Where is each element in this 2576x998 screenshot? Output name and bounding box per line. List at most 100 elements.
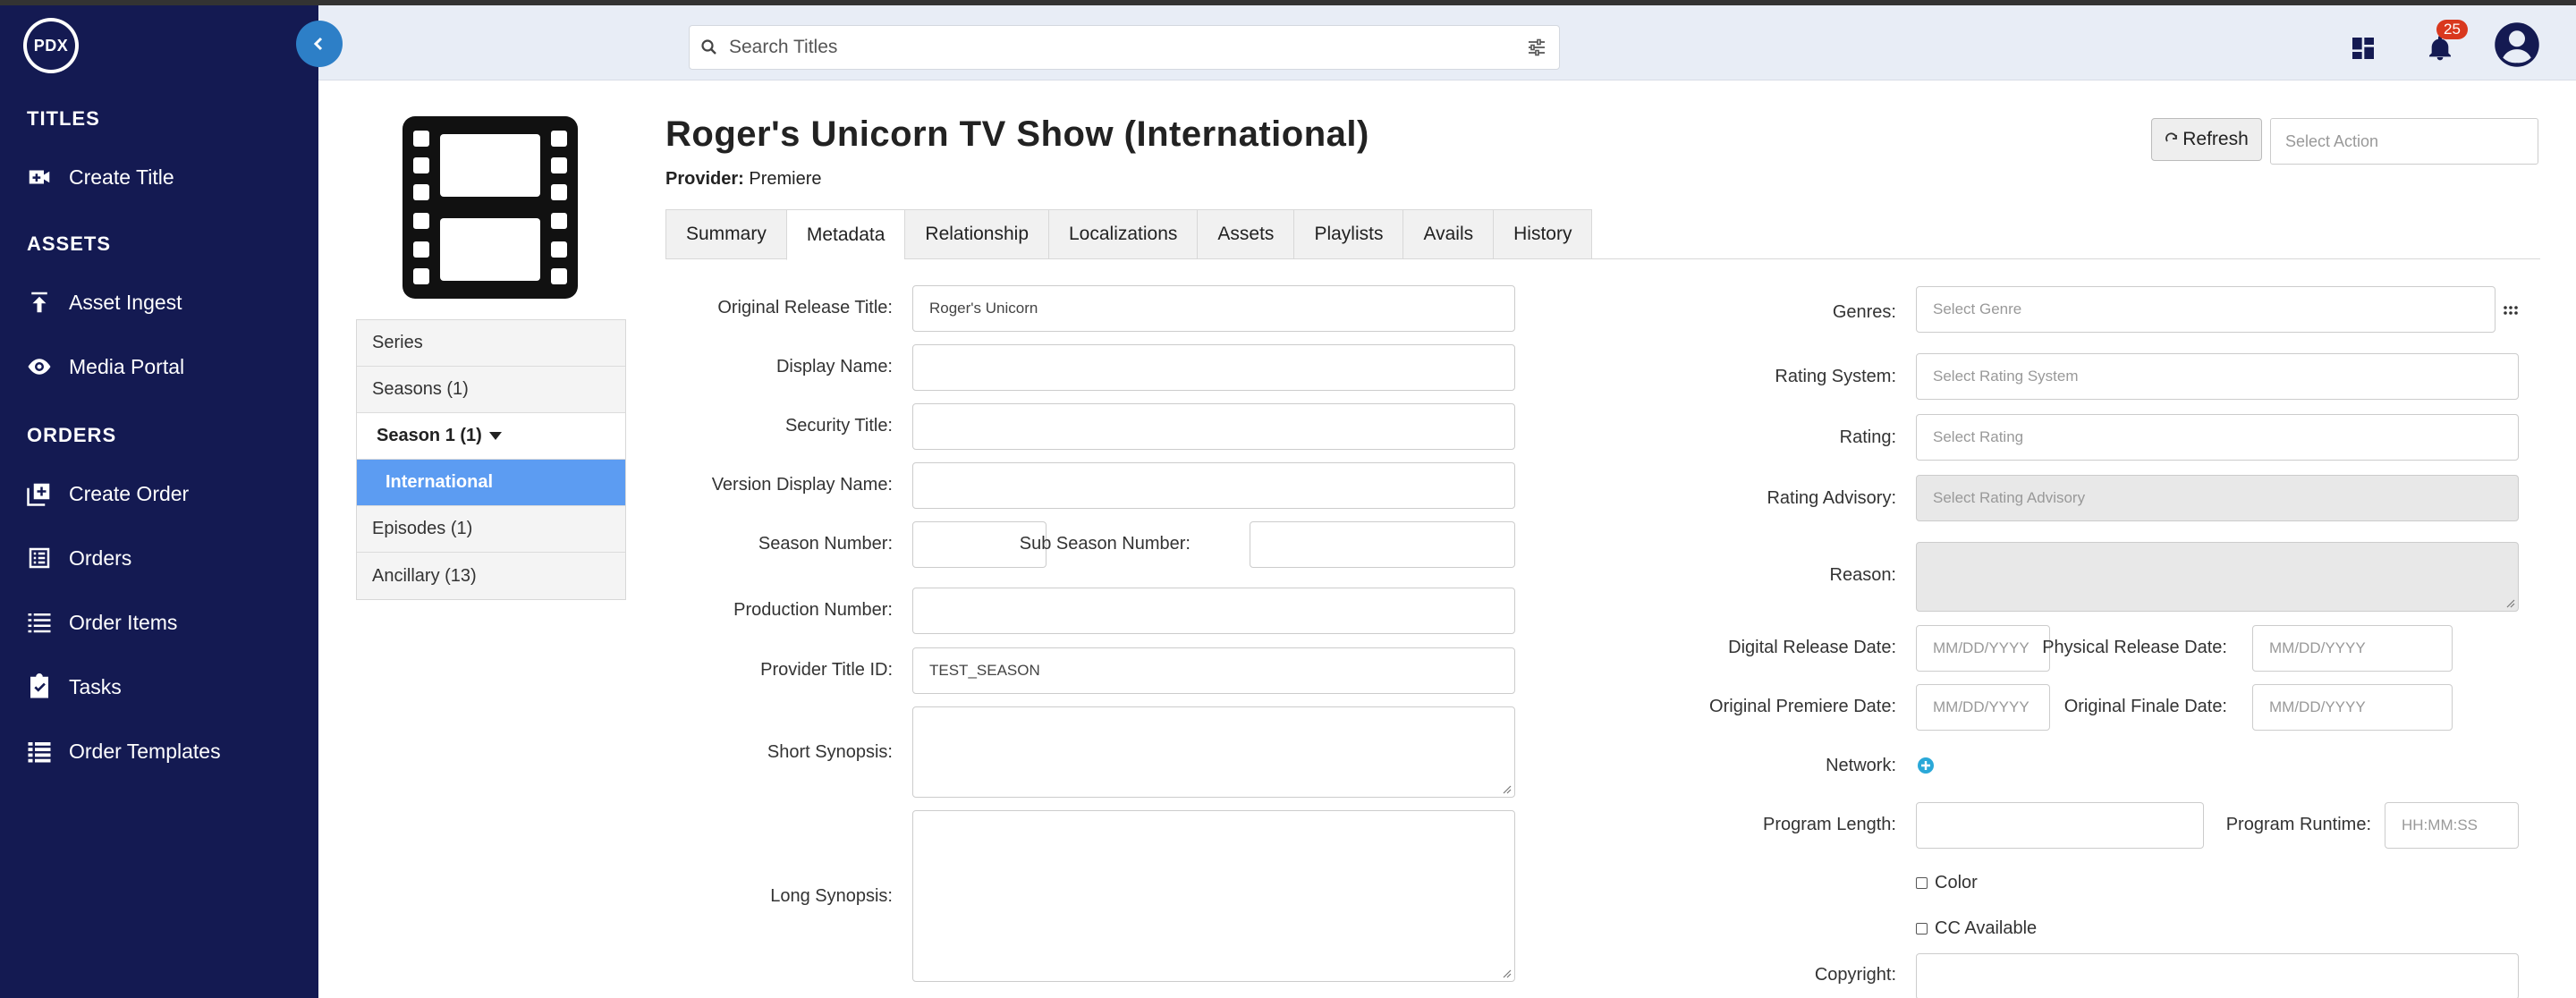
refresh-icon: [2165, 132, 2178, 142]
original-finale-date-label: Original Finale Date:: [2063, 697, 2227, 716]
rating-system-select[interactable]: Select Rating System: [1916, 353, 2519, 400]
tab-playlists[interactable]: Playlists: [1293, 209, 1403, 259]
production-number-label: Production Number:: [733, 600, 893, 620]
select-action-dropdown[interactable]: Select Action: [2270, 118, 2538, 165]
original-premiere-date-input[interactable]: MM/DD/YYYY: [1916, 684, 2050, 731]
table-list-icon: [25, 737, 54, 765]
nav-ancillary[interactable]: Ancillary (13): [357, 553, 625, 599]
display-name-input[interactable]: [912, 344, 1515, 391]
physical-release-date-label: Physical Release Date:: [2042, 638, 2227, 657]
tab-history[interactable]: History: [1493, 209, 1593, 259]
version-display-name-input[interactable]: [912, 462, 1515, 509]
original-finale-date-input[interactable]: MM/DD/YYYY: [2252, 684, 2453, 731]
provider-value: Premiere: [749, 169, 822, 189]
digital-release-date-label: Digital Release Date:: [1728, 638, 1896, 657]
sidebar-item-label: Order Items: [69, 610, 178, 634]
sub-season-number-label: Sub Season Number:: [1019, 534, 1191, 554]
long-synopsis-textarea[interactable]: [912, 810, 1515, 982]
title-hierarchy-nav: Series Seasons (1) Season 1 (1) Internat…: [356, 319, 626, 600]
sidebar-item-label: Orders: [69, 546, 132, 570]
dashboard-icon[interactable]: [2343, 29, 2383, 68]
resize-handle-icon[interactable]: [1501, 783, 1512, 794]
sidebar-item-tasks[interactable]: Tasks: [25, 667, 122, 706]
user-avatar-icon[interactable]: [2492, 20, 2542, 70]
grip-dots-icon[interactable]: [2503, 302, 2519, 318]
tab-summary[interactable]: Summary: [665, 209, 786, 259]
cc-available-checkbox-row[interactable]: CC Available: [1916, 918, 2037, 939]
program-runtime-input[interactable]: HH:MM:SS: [2385, 802, 2519, 849]
app-logo[interactable]: PDX: [23, 18, 79, 73]
sub-season-number-input[interactable]: [1250, 521, 1515, 568]
genres-label: Genres:: [1832, 302, 1896, 322]
add-box-icon: [25, 479, 54, 508]
network-label: Network:: [1826, 756, 1896, 775]
provider-line: Provider: Premiere: [665, 169, 822, 190]
nav-episodes[interactable]: Episodes (1): [357, 506, 625, 553]
sidebar-item-create-order[interactable]: Create Order: [25, 474, 189, 513]
tab-localizations[interactable]: Localizations: [1048, 209, 1198, 259]
refresh-button[interactable]: Refresh: [2151, 118, 2262, 161]
season-number-label: Season Number:: [758, 534, 893, 554]
cc-available-checkbox-label: CC Available: [1935, 918, 2038, 938]
add-network-icon[interactable]: [1917, 757, 1935, 774]
upload-icon: [25, 288, 54, 317]
sidebar-item-order-templates[interactable]: Order Templates: [25, 732, 221, 771]
genre-select[interactable]: Select Genre: [1916, 286, 2496, 333]
chevron-left-icon: [313, 37, 323, 51]
original-release-title-input[interactable]: Roger's Unicorn: [912, 285, 1515, 332]
sidebar-item-order-items[interactable]: Order Items: [25, 603, 177, 642]
sidebar-item-orders[interactable]: Orders: [25, 538, 131, 578]
film-strip-icon: [402, 116, 578, 299]
short-synopsis-textarea[interactable]: [912, 706, 1515, 798]
color-checkbox-label: Color: [1935, 873, 1978, 892]
nav-international[interactable]: International: [357, 460, 625, 506]
original-release-title-label: Original Release Title:: [717, 298, 893, 317]
resize-handle-icon[interactable]: [1501, 968, 1512, 978]
sidebar-item-media-portal[interactable]: Media Portal: [25, 347, 184, 386]
cc-available-checkbox[interactable]: [1916, 923, 1928, 935]
digital-release-date-input[interactable]: MM/DD/YYYY: [1916, 625, 2050, 672]
copyright-label: Copyright:: [1814, 965, 1896, 985]
long-synopsis-label: Long Synopsis:: [770, 886, 893, 906]
sidebar-item-create-title[interactable]: Create Title: [25, 157, 174, 197]
notifications-button[interactable]: 25: [2420, 20, 2468, 68]
rating-advisory-select: Select Rating Advisory: [1916, 475, 2519, 521]
tab-avails[interactable]: Avails: [1402, 209, 1494, 259]
color-checkbox-row[interactable]: Color: [1916, 873, 1978, 893]
program-length-input[interactable]: [1916, 802, 2204, 849]
caret-down-icon: [488, 432, 502, 440]
app-logo-text: PDX: [27, 21, 75, 70]
nav-series[interactable]: Series: [357, 320, 625, 367]
tab-bar: Summary Metadata Relationship Localizati…: [665, 209, 1593, 260]
tab-metadata[interactable]: Metadata: [785, 209, 905, 260]
security-title-input[interactable]: [912, 403, 1515, 450]
provider-title-id-input[interactable]: TEST_SEASON: [912, 647, 1515, 694]
short-synopsis-label: Short Synopsis:: [767, 742, 893, 762]
sidebar-item-label: Create Title: [69, 165, 174, 189]
list-alt-icon: [25, 544, 54, 572]
nav-seasons[interactable]: Seasons (1): [357, 367, 625, 413]
sidebar-item-asset-ingest[interactable]: Asset Ingest: [25, 283, 182, 322]
search-icon: [690, 28, 729, 67]
resize-handle-icon: [2506, 599, 2515, 608]
color-checkbox[interactable]: [1916, 877, 1928, 889]
production-number-input[interactable]: [912, 588, 1515, 634]
program-runtime-label: Program Runtime:: [2225, 815, 2371, 834]
sidebar-collapse-button[interactable]: [296, 21, 343, 67]
filter-sliders-icon[interactable]: [1514, 28, 1559, 67]
tab-relationship[interactable]: Relationship: [904, 209, 1048, 259]
sidebar-item-label: Create Order: [69, 481, 190, 505]
search-input[interactable]: [729, 37, 1514, 58]
sidebar-section-titles: TITLES: [27, 107, 100, 130]
add-video-icon: [25, 163, 54, 191]
physical-release-date-input[interactable]: MM/DD/YYYY: [2252, 625, 2453, 672]
top-header: 25: [318, 5, 2576, 80]
tab-assets[interactable]: Assets: [1197, 209, 1294, 259]
rating-label: Rating:: [1839, 427, 1896, 447]
nav-season-1[interactable]: Season 1 (1): [357, 413, 625, 460]
sidebar-section-assets: ASSETS: [27, 233, 112, 255]
rating-select[interactable]: Select Rating: [1916, 414, 2519, 461]
provider-label: Provider:: [665, 169, 744, 189]
copyright-input[interactable]: [1916, 953, 2519, 998]
reason-label: Reason:: [1829, 565, 1897, 585]
